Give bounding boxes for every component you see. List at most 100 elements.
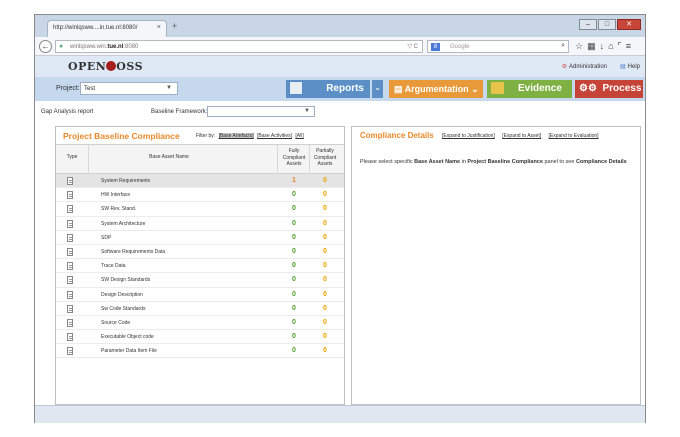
app-page: OPEN OSS ⚙ Administration ▤ Help Project: T… xyxy=(35,56,645,405)
table-header: Type Base Asset Name Fully Compliant Ass… xyxy=(56,144,344,174)
compliance-details-panel: Compliance Details [Expand to Justificat… xyxy=(351,126,641,405)
document-icon xyxy=(67,205,73,214)
browser-tab[interactable]: http://winlqsww....in.tue.nl:8080/ × xyxy=(47,20,167,37)
expand-asset-link[interactable]: [Expand to Asset] xyxy=(502,133,541,139)
expand-justification-link[interactable]: [Expand to Justification] xyxy=(442,133,495,139)
row-name: Source Code xyxy=(101,319,131,326)
compliance-details-message: Please select specific Base Asset Name i… xyxy=(360,159,627,165)
document-icon xyxy=(67,262,73,271)
home-icon[interactable]: ⌂ xyxy=(608,40,613,52)
table-row[interactable]: SDP 0 0 xyxy=(56,231,344,245)
row-partial: 0 xyxy=(323,247,327,255)
header-type[interactable]: Type xyxy=(64,154,80,161)
menu-icon[interactable]: ≡ xyxy=(626,40,631,52)
row-name: HW Interface xyxy=(101,192,131,199)
star-icon[interactable]: ☆ xyxy=(575,40,583,52)
tab-close-icon[interactable]: × xyxy=(157,24,161,31)
project-select[interactable]: Test ▼ xyxy=(80,82,178,95)
reports-dropdown-icon[interactable]: ⌄ xyxy=(372,80,383,98)
row-name: System Requirements xyxy=(101,178,151,184)
panel-title: Compliance Details xyxy=(360,131,434,140)
evidence-label: Evidence xyxy=(518,83,562,94)
row-name: Parameter Data Item File xyxy=(101,348,157,355)
status-bar xyxy=(35,405,645,423)
column-divider xyxy=(88,144,89,174)
column-divider xyxy=(277,144,278,174)
url-domain: tue.nl xyxy=(107,44,124,50)
table-row[interactable]: Parameter Data Item File 0 0 xyxy=(56,344,344,359)
gear-icon: ⚙ xyxy=(561,64,567,70)
search-engine-icon[interactable]: 8 xyxy=(431,43,440,51)
table-body: System Requirements 1 0 HW Interface 0 0 SW … xyxy=(56,174,344,359)
table-row[interactable]: Trace Data 0 0 xyxy=(56,259,344,274)
filter-by-label: Filter by: xyxy=(196,133,216,139)
row-fully: 0 xyxy=(292,219,296,227)
project-baseline-compliance-panel: Project Baseline Compliance Filter by: [… xyxy=(55,126,345,405)
filter-base-artefacts-link[interactable]: [Base Artefacts] xyxy=(218,133,254,139)
help-link[interactable]: ▤ Help xyxy=(620,63,640,70)
process-menu-button[interactable]: ⚙⚙ Process ⌄ xyxy=(575,80,643,112)
report-icon xyxy=(290,82,302,95)
gap-analysis-label: Gap Analysis report xyxy=(41,109,94,115)
document-icon xyxy=(67,276,73,285)
table-row[interactable]: System Architecture 0 0 xyxy=(56,217,344,231)
process-label: Process xyxy=(602,83,642,94)
row-partial: 0 xyxy=(323,219,327,227)
row-partial: 0 xyxy=(323,333,327,341)
app-header: OPEN OSS ⚙ Administration ▤ Help xyxy=(35,56,645,77)
table-row[interactable]: Executable Object code 0 0 xyxy=(56,330,344,345)
row-fully: 0 xyxy=(292,247,296,255)
table-row[interactable]: System Requirements 1 0 xyxy=(56,174,344,189)
expand-evaluation-link[interactable]: [Expand to Evaluation] xyxy=(549,133,599,139)
argumentation-label: Argumentation xyxy=(404,84,469,94)
project-label: Project: xyxy=(56,85,80,92)
filter-base-activities-link[interactable]: [Base Activities] xyxy=(257,133,292,139)
row-partial: 0 xyxy=(323,191,327,199)
document-icon xyxy=(67,333,73,342)
close-window-button[interactable]: ✕ xyxy=(617,19,641,30)
maximize-button[interactable]: □ xyxy=(598,19,616,30)
sync-icon[interactable]: ⌜ xyxy=(618,40,622,52)
minimize-button[interactable]: – xyxy=(579,19,597,30)
back-arrow-icon[interactable]: ← xyxy=(39,40,52,53)
evidence-icon xyxy=(491,82,504,95)
search-icon[interactable]: ⌕ xyxy=(561,42,565,50)
expand-links: [Expand to Justification] [Expand to Ass… xyxy=(442,133,605,139)
row-partial: 0 xyxy=(323,262,327,270)
reports-menu-button[interactable]: Reports xyxy=(286,80,370,98)
baseline-framework-label: Baseline Framework: xyxy=(151,109,208,115)
search-input[interactable]: 8 Google ⌕ xyxy=(427,40,569,53)
document-icon xyxy=(67,247,73,256)
header-base-asset-name[interactable]: Base Asset Name xyxy=(88,154,250,161)
header-partially-compliant[interactable]: Partially Compliant Assets xyxy=(312,148,338,168)
row-fully: 0 xyxy=(292,318,296,326)
row-fully: 1 xyxy=(292,177,296,184)
url-suffix: :8080 xyxy=(123,44,139,50)
new-tab-button[interactable]: + xyxy=(172,22,177,31)
search-placeholder: Google xyxy=(450,44,470,50)
table-row[interactable]: Design Description 0 0 xyxy=(56,288,344,302)
main-menu-bar: Project: Test ▼ Reports ⌄ ▤ Argumentatio… xyxy=(35,77,645,112)
row-partial: 0 xyxy=(323,347,327,355)
header-fully-compliant[interactable]: Fully Compliant Assets xyxy=(281,148,307,168)
document-icon xyxy=(67,318,73,327)
browser-toolbar: ☆ ▦ ↓ ⌂ ⌜ ≡ xyxy=(575,40,631,52)
administration-link[interactable]: ⚙ Administration xyxy=(562,63,607,70)
table-row[interactable]: Software Requirements Data 0 0 xyxy=(56,245,344,260)
reload-icon[interactable]: ▽ C xyxy=(407,43,418,50)
filter-all-link[interactable]: [All] xyxy=(295,133,303,139)
table-row[interactable]: HW Interface 0 0 xyxy=(56,188,344,203)
baseline-framework-select[interactable]: ▼ xyxy=(207,106,315,117)
table-row[interactable]: Sw Code Standards 0 0 xyxy=(56,302,344,316)
evidence-menu-button[interactable]: Evidence ⌄ xyxy=(487,80,572,112)
url-bar[interactable]: ● winlqsww.win.tue.nl:8080 ▽ C xyxy=(55,40,423,53)
document-icon xyxy=(67,304,73,313)
filter-by: Filter by: [Base Artefacts] [Base Activi… xyxy=(196,133,304,139)
table-row[interactable]: SW Design Standards 0 0 xyxy=(56,273,344,288)
navigation-bar: ← ● winlqsww.win.tue.nl:8080 ▽ C 8 Googl… xyxy=(35,37,645,56)
argumentation-menu-button[interactable]: ▤ Argumentation ⌄ xyxy=(389,80,483,98)
table-row[interactable]: Source Code 0 0 xyxy=(56,316,344,331)
table-row[interactable]: SW Rev. Stand. 0 0 xyxy=(56,202,344,217)
bookmarks-icon[interactable]: ▦ xyxy=(587,40,596,52)
download-icon[interactable]: ↓ xyxy=(600,40,605,52)
